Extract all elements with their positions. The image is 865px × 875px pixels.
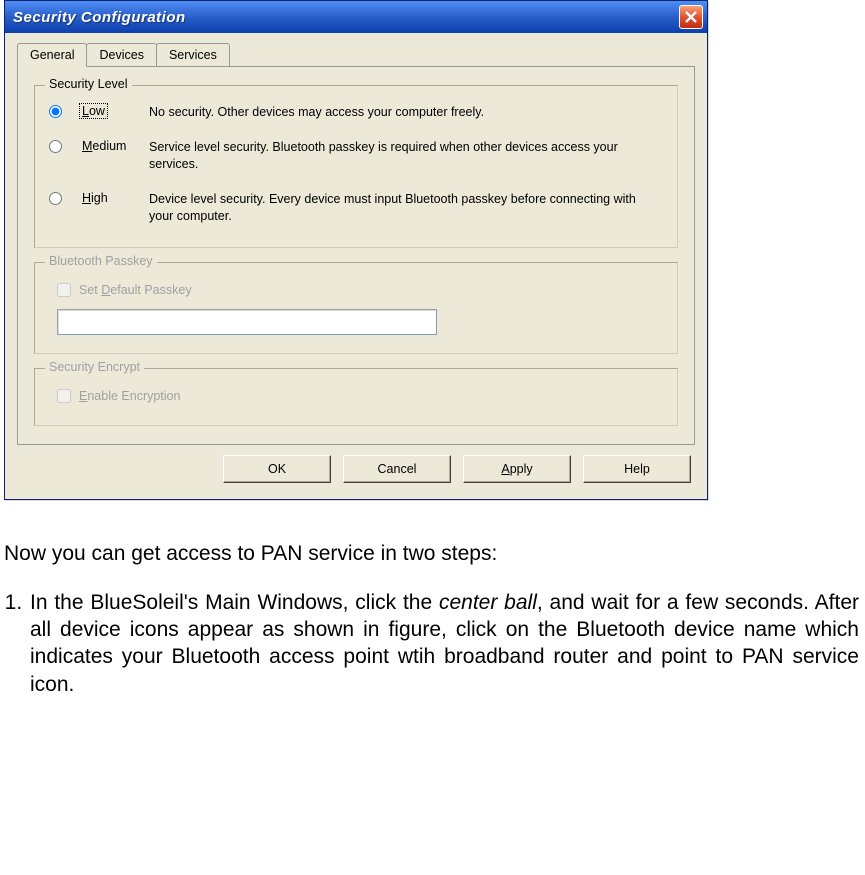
radio-high-label[interactable]: High — [79, 190, 111, 206]
group-security-level: Security Level Low No security. Other de… — [34, 85, 678, 248]
checkbox-enable-encryption-label: Enable Encryption — [79, 389, 180, 403]
radio-medium-desc: Service level security. Bluetooth passke… — [149, 139, 663, 173]
radio-high[interactable] — [49, 192, 62, 205]
radio-low[interactable] — [49, 105, 62, 118]
step-1: In the BlueSoleil's Main Windows, click … — [28, 589, 859, 698]
radio-high-desc: Device level security. Every device must… — [149, 191, 663, 225]
group-security-encrypt: Security Encrypt Enable Encryption — [34, 368, 678, 426]
security-configuration-dialog: Security Configuration General Devices S… — [4, 0, 708, 500]
checkbox-enable-encryption — [57, 389, 71, 403]
group-security-encrypt-title: Security Encrypt — [45, 360, 144, 374]
group-bluetooth-passkey-title: Bluetooth Passkey — [45, 254, 157, 268]
radio-low-desc: No security. Other devices may access yo… — [149, 104, 663, 121]
apply-button[interactable]: Apply — [463, 455, 571, 483]
intro-paragraph: Now you can get access to PAN service in… — [4, 540, 859, 567]
dialog-button-row: OK Cancel Apply Help — [17, 445, 695, 487]
tabstrip: General Devices Services — [17, 43, 695, 67]
tab-panel-general: Security Level Low No security. Other de… — [17, 66, 695, 445]
radio-row-high: High Device level security. Every device… — [49, 191, 663, 225]
ok-button[interactable]: OK — [223, 455, 331, 483]
radio-row-medium: Medium Service level security. Bluetooth… — [49, 139, 663, 173]
help-button[interactable]: Help — [583, 455, 691, 483]
radio-row-low: Low No security. Other devices may acces… — [49, 104, 663, 121]
cancel-button[interactable]: Cancel — [343, 455, 451, 483]
close-icon — [685, 11, 697, 23]
tab-general[interactable]: General — [17, 43, 87, 67]
titlebar[interactable]: Security Configuration — [5, 1, 707, 33]
group-bluetooth-passkey: Bluetooth Passkey Set Default Passkey — [34, 262, 678, 354]
group-security-level-title: Security Level — [45, 77, 132, 91]
tab-devices[interactable]: Devices — [86, 43, 156, 66]
checkbox-default-passkey-label: Set Default Passkey — [79, 283, 192, 297]
document-body: Now you can get access to PAN service in… — [4, 540, 859, 698]
window-title: Security Configuration — [13, 9, 186, 26]
passkey-input — [57, 309, 437, 335]
close-button[interactable] — [679, 5, 703, 29]
radio-low-label[interactable]: Low — [79, 103, 108, 119]
step-1-prefix: In the BlueSoleil's Main Windows, click … — [30, 591, 439, 614]
radio-medium-label[interactable]: Medium — [79, 138, 129, 154]
checkbox-default-passkey — [57, 283, 71, 297]
radio-medium[interactable] — [49, 140, 62, 153]
tab-services[interactable]: Services — [156, 43, 230, 66]
step-1-emphasis: center ball — [439, 591, 537, 614]
